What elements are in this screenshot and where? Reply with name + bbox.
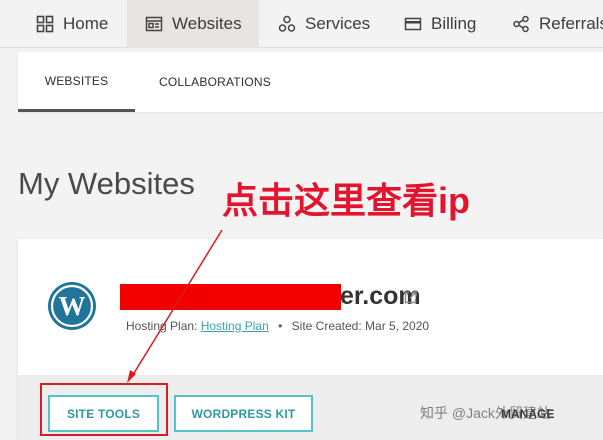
annotation-arrow: [127, 229, 223, 383]
watermark: 知乎 @Jack外贸建站: [420, 405, 551, 421]
